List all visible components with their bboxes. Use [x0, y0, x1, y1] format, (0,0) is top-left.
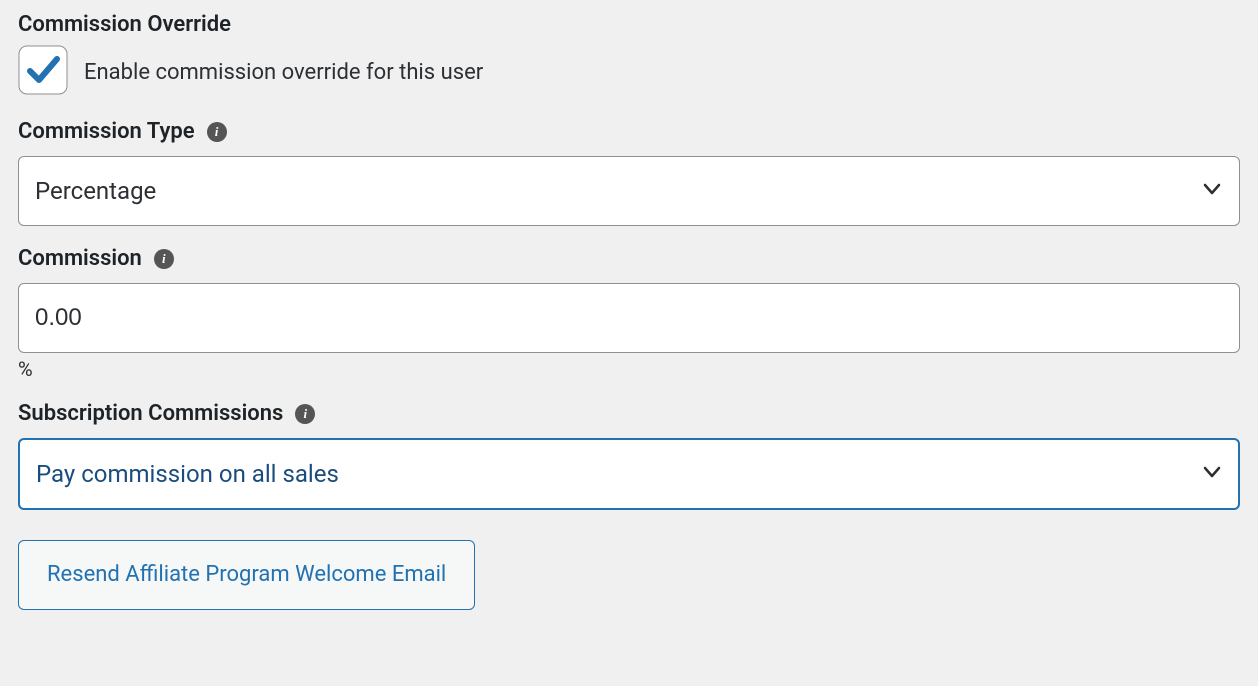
info-icon[interactable]: i	[154, 249, 174, 269]
commission-type-label: Commission Type	[18, 119, 195, 144]
commission-override-label: Commission Override	[18, 12, 231, 37]
subscription-commissions-label: Subscription Commissions	[18, 401, 283, 426]
commission-type-selected-value: Percentage	[35, 177, 156, 205]
commission-type-select[interactable]: Percentage	[18, 156, 1240, 226]
commission-unit-label: %	[18, 357, 1240, 381]
enable-override-checkbox-label: Enable commission override for this user	[84, 60, 483, 85]
enable-override-checkbox[interactable]	[18, 45, 68, 99]
commission-value-input[interactable]	[18, 283, 1240, 353]
resend-welcome-email-button[interactable]: Resend Affiliate Program Welcome Email	[18, 540, 475, 610]
info-icon[interactable]: i	[207, 122, 227, 142]
commission-label: Commission	[18, 246, 142, 271]
subscription-commissions-selected-value: Pay commission on all sales	[36, 460, 339, 488]
info-icon[interactable]: i	[295, 404, 315, 424]
subscription-commissions-select[interactable]: Pay commission on all sales	[18, 438, 1240, 510]
